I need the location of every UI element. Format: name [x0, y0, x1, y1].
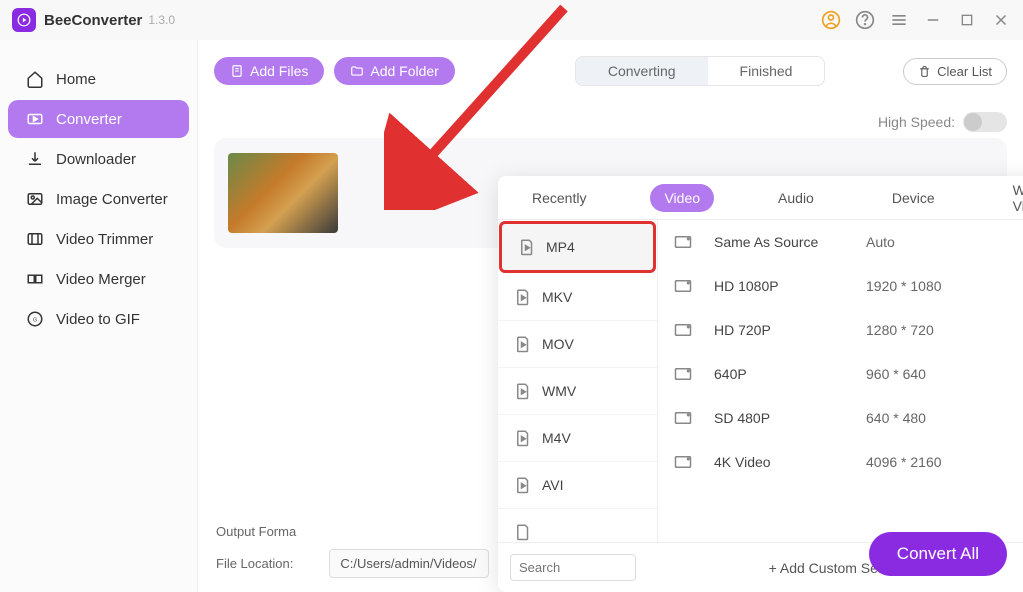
clear-list-button[interactable]: Clear List	[903, 58, 1007, 85]
panel-tab-recently[interactable]: Recently	[518, 184, 600, 212]
title-bar: BeeConverter 1.3.0	[0, 0, 1023, 40]
svg-text:G: G	[33, 317, 37, 323]
downloader-icon	[26, 150, 44, 168]
format-panel: Recently Video Audio Device Web Video MP…	[498, 176, 1023, 592]
user-icon[interactable]	[821, 10, 841, 30]
resolution-list[interactable]: Same As SourceAuto HD 1080P1920 * 1080 H…	[658, 220, 1023, 542]
sidebar: Home Converter Downloader Image Converte…	[0, 40, 198, 592]
maximize-icon[interactable]	[957, 10, 977, 30]
app-name: BeeConverter	[44, 12, 142, 29]
tab-converting[interactable]: Converting	[576, 57, 708, 85]
sidebar-item-converter[interactable]: Converter	[8, 100, 189, 138]
sidebar-item-image-converter[interactable]: Image Converter	[8, 180, 189, 218]
sidebar-item-label: Converter	[56, 111, 122, 128]
file-location-input[interactable]	[329, 549, 489, 578]
sidebar-item-video-merger[interactable]: Video Merger	[8, 260, 189, 298]
resolution-item[interactable]: HD 1080P1920 * 1080	[658, 264, 1023, 308]
high-speed-label: High Speed:	[878, 114, 955, 130]
menu-icon[interactable]	[889, 10, 909, 30]
resolution-item[interactable]: HD 720P1280 * 720	[658, 308, 1023, 352]
resolution-item[interactable]: 640P960 * 640	[658, 352, 1023, 396]
format-search-input[interactable]	[510, 554, 636, 581]
sidebar-item-video-to-gif[interactable]: G Video to GIF	[8, 300, 189, 338]
tab-finished[interactable]: Finished	[708, 57, 825, 85]
gif-icon: G	[26, 310, 44, 328]
convert-all-button[interactable]: Convert All	[869, 532, 1007, 576]
panel-tab-device[interactable]: Device	[878, 184, 949, 212]
add-files-button[interactable]: Add Files	[214, 57, 324, 85]
high-speed-toggle[interactable]	[963, 112, 1007, 132]
format-item-wmv[interactable]: WMV	[498, 368, 657, 415]
output-format-label: Output Forma	[216, 524, 296, 539]
app-logo	[12, 8, 36, 32]
sidebar-item-label: Home	[56, 71, 96, 88]
file-location-label: File Location:	[216, 556, 293, 571]
image-converter-icon	[26, 190, 44, 208]
format-item-avi[interactable]: AVI	[498, 462, 657, 509]
video-thumbnail[interactable]	[228, 153, 338, 233]
sidebar-item-label: Image Converter	[56, 191, 168, 208]
app-version: 1.3.0	[148, 13, 175, 27]
sidebar-item-label: Video to GIF	[56, 311, 140, 328]
high-speed-row: High Speed:	[214, 112, 1007, 132]
minimize-icon[interactable]	[923, 10, 943, 30]
format-item-more[interactable]	[498, 509, 657, 542]
content: Add Files Add Folder Converting Finished…	[198, 40, 1023, 592]
converter-icon	[26, 110, 44, 128]
format-item-m4v[interactable]: M4V	[498, 415, 657, 462]
format-item-mp4[interactable]: MP4	[499, 221, 656, 273]
trimmer-icon	[26, 230, 44, 248]
home-icon	[26, 70, 44, 88]
sidebar-item-downloader[interactable]: Downloader	[8, 140, 189, 178]
format-list[interactable]: MP4 MKV MOV WMV	[498, 220, 658, 542]
format-panel-tabs: Recently Video Audio Device Web Video	[498, 176, 1023, 220]
resolution-item[interactable]: Same As SourceAuto	[658, 220, 1023, 264]
resolution-item[interactable]: 4K Video4096 * 2160	[658, 440, 1023, 484]
sidebar-item-label: Video Trimmer	[56, 231, 153, 248]
help-icon[interactable]	[855, 10, 875, 30]
merger-icon	[26, 270, 44, 288]
add-folder-button[interactable]: Add Folder	[334, 57, 454, 85]
status-tabs: Converting Finished	[575, 56, 826, 86]
sidebar-item-label: Video Merger	[56, 271, 146, 288]
format-item-mkv[interactable]: MKV	[498, 274, 657, 321]
sidebar-item-video-trimmer[interactable]: Video Trimmer	[8, 220, 189, 258]
format-item-mov[interactable]: MOV	[498, 321, 657, 368]
close-icon[interactable]	[991, 10, 1011, 30]
resolution-item[interactable]: SD 480P640 * 480	[658, 396, 1023, 440]
panel-tab-video[interactable]: Video	[650, 184, 714, 212]
panel-tab-audio[interactable]: Audio	[764, 184, 828, 212]
top-toolbar: Add Files Add Folder Converting Finished…	[214, 56, 1007, 86]
sidebar-item-home[interactable]: Home	[8, 60, 189, 98]
panel-tab-web-video[interactable]: Web Video	[999, 176, 1023, 220]
sidebar-item-label: Downloader	[56, 151, 136, 168]
